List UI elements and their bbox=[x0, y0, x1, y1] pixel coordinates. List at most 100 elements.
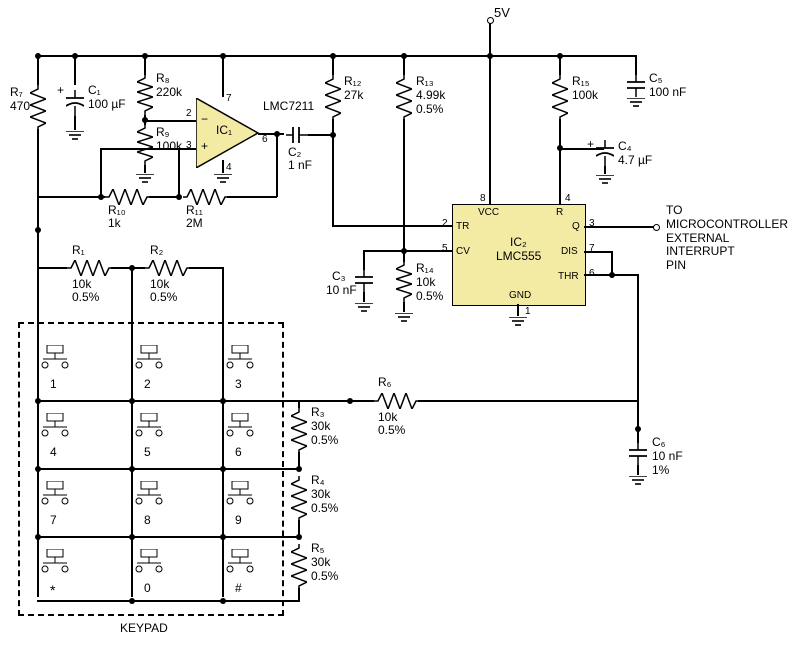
key-0-label: 0 bbox=[144, 582, 151, 596]
c3-ref: C₃ bbox=[332, 270, 346, 284]
key-0 bbox=[131, 549, 175, 579]
c4-plus: + bbox=[587, 138, 594, 152]
ground-icon bbox=[355, 302, 373, 320]
key-8 bbox=[131, 481, 175, 511]
resistor-r5 bbox=[291, 544, 307, 588]
resistor-r1 bbox=[67, 260, 111, 276]
c4-val: 4.7 µF bbox=[618, 154, 652, 168]
key-3-label: 3 bbox=[235, 378, 242, 392]
r1-ref: R₁ bbox=[72, 244, 85, 258]
r3-ref: R₃ bbox=[311, 406, 325, 420]
capacitor-c6 bbox=[629, 443, 647, 465]
key-2-label: 2 bbox=[144, 378, 151, 392]
resistor-r7 bbox=[30, 85, 46, 129]
r11-val: 2M bbox=[186, 217, 203, 231]
c1-plus: + bbox=[57, 84, 64, 98]
r4-ref: R₄ bbox=[311, 474, 325, 488]
r13-tol: 0.5% bbox=[416, 103, 443, 117]
r4-val: 30k bbox=[311, 488, 330, 502]
key-star-label: * bbox=[50, 582, 55, 598]
key-7-label: 7 bbox=[50, 514, 57, 528]
ic1-pin7: 7 bbox=[226, 93, 232, 105]
ic1-part: LMC7211 bbox=[263, 100, 314, 114]
ic1-ref: IC₁ bbox=[216, 124, 232, 138]
key-7 bbox=[37, 481, 81, 511]
ic1-plus: + bbox=[201, 140, 208, 154]
r13-ref: R₁₃ bbox=[416, 75, 434, 89]
ic2-q: Q bbox=[572, 221, 580, 233]
r8-ref: R₈ bbox=[156, 72, 170, 86]
r5-ref: R₅ bbox=[311, 542, 325, 556]
resistor-r3 bbox=[291, 408, 307, 452]
r2-ref: R₂ bbox=[150, 244, 163, 258]
r15-val: 100k bbox=[572, 89, 598, 103]
r9-ref: R₉ bbox=[156, 126, 169, 140]
r3-val: 30k bbox=[311, 420, 330, 434]
resistor-r14 bbox=[396, 262, 412, 302]
ic2-pin5: 5 bbox=[442, 243, 448, 255]
c1-ref: C₁ bbox=[88, 84, 101, 98]
capacitor-c2 bbox=[286, 126, 308, 144]
r6-ref: R₆ bbox=[378, 376, 392, 390]
r7-ref: R₇ bbox=[10, 86, 23, 100]
resistor-r6 bbox=[374, 393, 418, 409]
key-4-label: 4 bbox=[50, 446, 57, 460]
key-3 bbox=[222, 345, 266, 375]
ic2-part: LMC555 bbox=[496, 250, 541, 264]
ic2-pin4: 4 bbox=[565, 193, 571, 205]
resistor-r8 bbox=[137, 75, 153, 115]
ic1-pin4: 4 bbox=[226, 162, 232, 174]
c6-ref: C₆ bbox=[652, 436, 666, 450]
r6-tol: 0.5% bbox=[378, 424, 405, 438]
key-2 bbox=[131, 345, 175, 375]
r14-val: 10k bbox=[416, 276, 435, 290]
key-4 bbox=[37, 413, 81, 443]
key-9 bbox=[222, 481, 266, 511]
r14-ref: R₁₄ bbox=[416, 262, 434, 276]
ground-icon bbox=[66, 130, 84, 148]
ic2-thr: THR bbox=[558, 271, 579, 283]
capacitor-c3 bbox=[355, 270, 373, 292]
r15-ref: R₁₅ bbox=[572, 75, 590, 89]
resistor-r12 bbox=[325, 75, 341, 119]
resistor-r4 bbox=[291, 476, 307, 520]
r8-val: 220k bbox=[156, 86, 182, 100]
r12-ref: R₁₂ bbox=[344, 75, 361, 89]
r5-val: 30k bbox=[311, 556, 330, 570]
ic2-r: R bbox=[556, 207, 563, 219]
key-8-label: 8 bbox=[144, 514, 151, 528]
ground-icon bbox=[596, 174, 614, 192]
c2-val: 1 nF bbox=[288, 159, 312, 173]
ic1-pin2: 2 bbox=[186, 108, 192, 120]
keypad-caption: KEYPAD bbox=[120, 622, 168, 636]
r7-val: 470 bbox=[10, 100, 30, 114]
key-5 bbox=[131, 413, 175, 443]
capacitor-c5 bbox=[627, 75, 645, 97]
r4-tol: 0.5% bbox=[311, 502, 338, 516]
ic2-pin8: 8 bbox=[480, 193, 486, 205]
r5-tol: 0.5% bbox=[311, 570, 338, 584]
key-5-label: 5 bbox=[144, 446, 151, 460]
resistor-r2 bbox=[145, 260, 189, 276]
c1-val: 100 µF bbox=[88, 98, 126, 112]
ground-icon bbox=[627, 97, 645, 115]
r1-tol: 0.5% bbox=[72, 291, 99, 305]
ic2-pin2: 2 bbox=[442, 218, 448, 230]
supply-5v-label: 5V bbox=[494, 6, 510, 21]
resistor-r15 bbox=[552, 75, 568, 119]
ic2-ref: IC₂ bbox=[510, 236, 527, 250]
ic2-dis: DIS bbox=[561, 246, 578, 258]
ground-icon bbox=[509, 316, 527, 334]
key-6 bbox=[222, 413, 266, 443]
ic2-vcc: VCC bbox=[478, 207, 499, 219]
ic1-pin6: 6 bbox=[262, 134, 268, 146]
c6-val: 10 nF bbox=[652, 450, 683, 464]
capacitor-c4 bbox=[596, 140, 614, 166]
r2-tol: 0.5% bbox=[150, 291, 177, 305]
ic2-gnd: GND bbox=[509, 290, 531, 302]
c5-ref: C₅ bbox=[649, 72, 663, 86]
resistor-r13 bbox=[396, 75, 412, 119]
c3-val: 10 nF bbox=[326, 284, 357, 298]
r14-tol: 0.5% bbox=[416, 290, 443, 304]
key-hash bbox=[222, 549, 266, 579]
